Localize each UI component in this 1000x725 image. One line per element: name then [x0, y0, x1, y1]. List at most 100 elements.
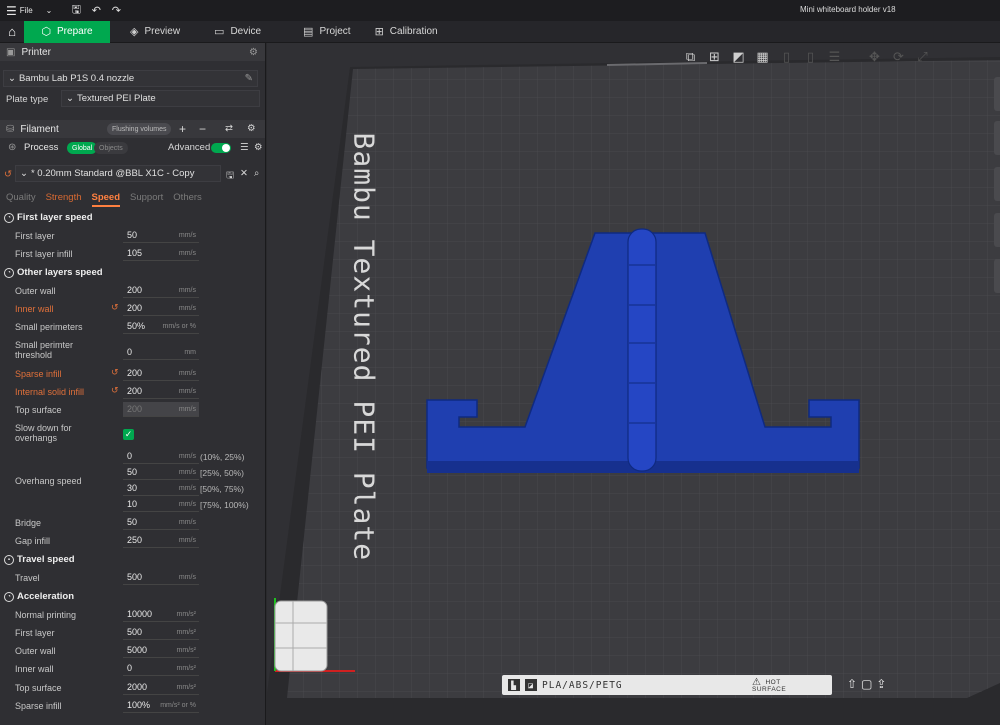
calibration-icon: ⊞: [374, 26, 384, 38]
field-unit: mm/s: [178, 287, 196, 294]
gear-icon[interactable]: ⚙: [247, 123, 256, 134]
arrange-icon[interactable]: ⊞: [705, 47, 724, 66]
filament-header-label: Filament: [20, 123, 59, 135]
first-layer-infill-input[interactable]: 105 mm/s: [123, 246, 199, 261]
accel-top-surface-input[interactable]: 2000 mm/s²: [123, 680, 199, 695]
split-objects-icon[interactable]: ▯: [777, 47, 796, 66]
reset-icon[interactable]: ↺: [4, 169, 12, 180]
side-handle-2[interactable]: [994, 121, 1000, 155]
tab-preview[interactable]: ◈ Preview: [118, 21, 192, 43]
orient-icon[interactable]: ◩: [729, 47, 748, 66]
section-title: Travel speed: [17, 554, 75, 565]
field-unit: mm/s: [178, 388, 196, 395]
printer-select[interactable]: ⌄ Bambu Lab P1S 0.4 nozzle ✎: [3, 70, 258, 87]
advanced-label: Advanced: [168, 142, 211, 153]
remove-filament-icon[interactable]: −: [199, 122, 206, 136]
tab-project[interactable]: ▤ Project: [291, 21, 363, 43]
side-handle-5[interactable]: [994, 259, 1000, 293]
accel-outer-wall-input[interactable]: 5000 mm/s²: [123, 643, 199, 658]
printer-icon: ▣: [6, 46, 16, 58]
export-icon[interactable]: ⇪: [876, 677, 886, 691]
3d-viewport[interactable]: Bambu Textured PEI Plate ⧉ ⊞ ◩ ▦ ▯ ▯ ☰ ✥…: [267, 43, 1000, 725]
monitor-icon: ▭: [214, 26, 225, 38]
first-layer-input[interactable]: 50 mm/s: [123, 228, 199, 243]
normal-printing-input[interactable]: 10000 mm/s²: [123, 607, 199, 622]
tab-label: Preview: [144, 26, 181, 37]
section-title: Acceleration: [17, 591, 75, 602]
section-other-layers-speed: ◔ Other layers speed: [4, 267, 103, 278]
settings-icon[interactable]: ⚙: [254, 142, 263, 153]
sync-icon[interactable]: ⇄: [225, 123, 233, 134]
upload-icon[interactable]: ⇧: [847, 677, 857, 691]
tab-prepare[interactable]: ⬡ Prepare: [24, 20, 110, 43]
plate-type-select[interactable]: ⌄ Textured PEI Plate: [61, 90, 260, 107]
add-filament-icon[interactable]: +: [179, 122, 186, 136]
edit-icon[interactable]: ✎: [245, 73, 253, 84]
reset-icon[interactable]: ↺: [111, 385, 119, 396]
tab-label: Prepare: [57, 26, 93, 37]
material-icon: ◪: [525, 679, 537, 691]
layers-edit-icon[interactable]: ☰: [825, 47, 844, 66]
inner-wall-input[interactable]: 200 mm/s: [123, 301, 199, 316]
tab-device[interactable]: ▭ Device: [202, 21, 273, 43]
travel-input[interactable]: 500 mm/s: [123, 570, 199, 585]
printer-header-label: Printer: [21, 46, 51, 58]
save-icon[interactable]: 🖫: [66, 2, 86, 20]
add-cube-icon[interactable]: ⧉: [681, 47, 700, 66]
sparse-infill-input[interactable]: 200 mm/s: [123, 366, 199, 381]
undo-icon[interactable]: ↶: [86, 2, 106, 20]
close-icon[interactable]: ✕: [240, 168, 248, 179]
process-preset-select[interactable]: ⌄ * 0.20mm Standard @BBL X1C - Copy: [15, 165, 221, 182]
reset-icon[interactable]: ↺: [111, 302, 119, 313]
slow-down-overhangs-checkbox[interactable]: ✓: [123, 429, 134, 440]
internal-solid-infill-input[interactable]: 200 mm/s: [123, 384, 199, 399]
gear-icon[interactable]: ⚙: [249, 47, 258, 58]
overhang-speed-input-3[interactable]: 30 mm/s: [123, 481, 199, 496]
home-button[interactable]: ⌂: [0, 21, 24, 43]
advanced-switch[interactable]: [211, 143, 231, 153]
field-value: 50: [127, 467, 138, 477]
plates-icon[interactable]: ▦: [753, 47, 772, 66]
gap-infill-input[interactable]: 250 mm/s: [123, 533, 199, 548]
file-menu[interactable]: ☰ File ⌄: [0, 4, 52, 18]
save-preset-icon[interactable]: 🖫: [226, 168, 234, 184]
redo-icon[interactable]: ↷: [106, 2, 126, 20]
plate-thumbnail[interactable]: [274, 600, 328, 672]
compare-icon[interactable]: ☰: [240, 142, 249, 153]
objects-toggle[interactable]: Objects: [94, 142, 128, 154]
plate-type-value: Textured PEI Plate: [76, 93, 156, 104]
small-perimeter-threshold-input[interactable]: 0 mm: [123, 345, 199, 360]
accel-first-layer-input[interactable]: 500 mm/s²: [123, 625, 199, 640]
accel-sparse-infill-input[interactable]: 100% mm/s² or %: [123, 698, 199, 713]
move-icon[interactable]: ✥: [865, 47, 884, 66]
tab-support[interactable]: Support: [130, 189, 163, 207]
accel-inner-wall-input[interactable]: 0 mm/s²: [123, 661, 199, 676]
tab-others[interactable]: Others: [173, 189, 202, 207]
frame-icon[interactable]: ▢: [861, 677, 872, 691]
overhang-speed-input-2[interactable]: 50 mm/s: [123, 465, 199, 480]
rotate-icon[interactable]: ⟳: [889, 47, 908, 66]
bridge-input[interactable]: 50 mm/s: [123, 515, 199, 530]
small-perimeters-input[interactable]: 50% mm/s or %: [123, 319, 199, 334]
split-parts-icon[interactable]: ▯: [801, 47, 820, 66]
tab-calibration[interactable]: ⊞ Calibration: [363, 21, 450, 43]
outer-wall-input[interactable]: 200 mm/s: [123, 283, 199, 298]
tab-speed[interactable]: Speed: [91, 189, 121, 207]
tab-quality[interactable]: Quality: [6, 189, 36, 207]
global-toggle[interactable]: Global: [67, 142, 98, 154]
flushing-volumes-button[interactable]: Flushing volumes: [107, 123, 172, 135]
reset-icon[interactable]: ↺: [111, 367, 119, 378]
scale-icon[interactable]: ⤢: [913, 47, 932, 66]
side-handle-1[interactable]: [994, 77, 1000, 111]
first-layer-label: First layer: [15, 231, 55, 241]
side-handle-4[interactable]: [994, 213, 1000, 247]
side-handle-3[interactable]: [994, 167, 1000, 201]
field-value: 2000: [127, 682, 148, 692]
overhang-speed-input-1[interactable]: 0 mm/s: [123, 449, 199, 464]
overhang-speed-input-4[interactable]: 10 mm/s: [123, 497, 199, 512]
accel-top-surface-label: Top surface: [15, 683, 62, 693]
acceleration-icon: ◔: [4, 591, 14, 602]
search-icon[interactable]: ⌕: [254, 168, 259, 179]
tab-strength[interactable]: Strength: [46, 189, 82, 207]
field-value: 10000: [127, 609, 153, 619]
